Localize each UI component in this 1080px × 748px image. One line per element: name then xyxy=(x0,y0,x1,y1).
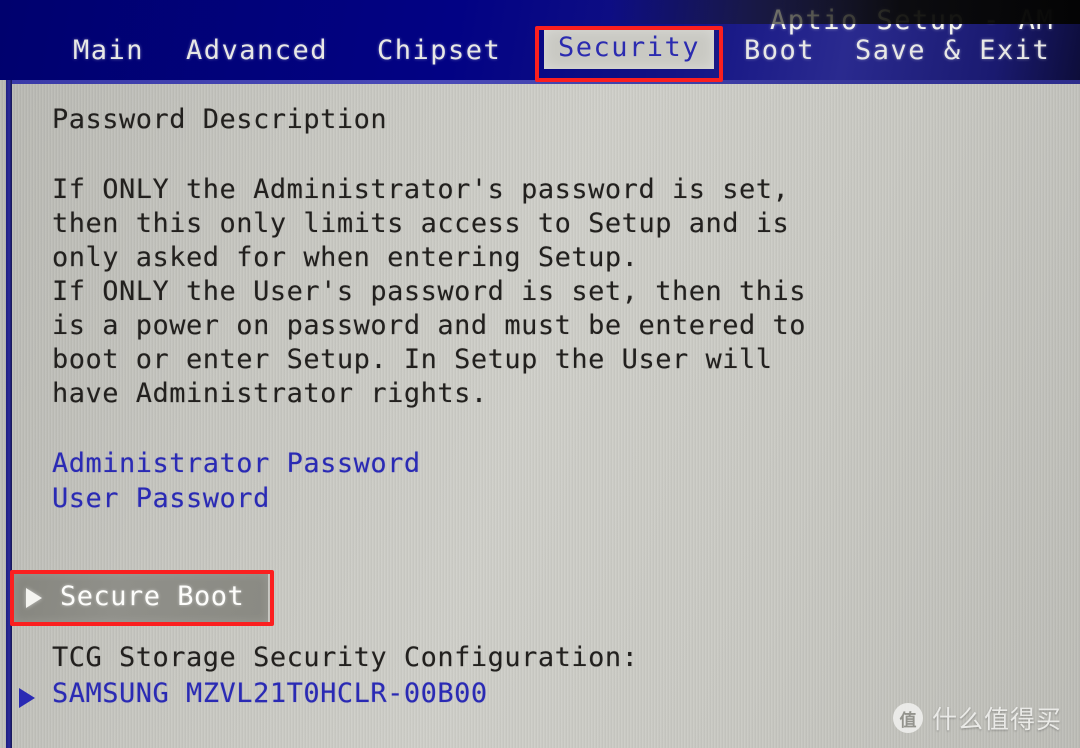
description-line-2: then this only limits access to Setup an… xyxy=(52,208,790,239)
right-triangle-icon xyxy=(26,588,42,608)
app-title: Aptio Setup - AM xyxy=(770,5,1055,36)
section-heading-tcg-storage: TCG Storage Security Configuration: xyxy=(52,642,639,673)
tab-strip: Main Advanced Chipset Security Boot Save… xyxy=(0,29,1080,79)
tab-advanced[interactable]: Advanced xyxy=(186,35,328,66)
watermark-text: 什么值得买 xyxy=(931,705,1062,734)
description-line-3: only asked for when entering Setup. xyxy=(52,242,639,273)
description-line-6: boot or enter Setup. In Setup the User w… xyxy=(52,344,773,375)
right-triangle-icon xyxy=(19,688,35,708)
description-line-7: have Administrator rights. xyxy=(52,378,488,409)
menu-item-administrator-password[interactable]: Administrator Password xyxy=(52,448,421,479)
menu-item-samsung-ssd[interactable]: SAMSUNG MZVL21T0HCLR-00B00 xyxy=(52,678,488,709)
menu-item-secure-boot[interactable]: Secure Boot xyxy=(14,574,268,622)
security-settings-list: Password Description If ONLY the Adminis… xyxy=(0,80,1080,748)
watermark-logo-icon: 值 xyxy=(892,703,923,733)
menu-item-secure-boot-label: Secure Boot xyxy=(60,581,245,612)
tab-security[interactable]: Security xyxy=(544,29,715,69)
bios-setup-screen: Aptio Setup - AM Main Advanced Chipset S… xyxy=(0,0,1080,748)
tab-chipset[interactable]: Chipset xyxy=(377,35,501,66)
tab-save-and-exit[interactable]: Save & Exit xyxy=(855,35,1050,66)
watermark: 值 什么值得买 xyxy=(892,700,1062,736)
menu-item-user-password[interactable]: User Password xyxy=(52,483,270,514)
description-line-4: If ONLY the User's password is set, then… xyxy=(52,276,806,307)
section-heading-password-description: Password Description xyxy=(52,104,388,135)
tab-boot[interactable]: Boot xyxy=(744,35,815,66)
tab-main[interactable]: Main xyxy=(73,35,144,66)
description-line-1: If ONLY the Administrator's password is … xyxy=(52,174,790,205)
description-line-5: is a power on password and must be enter… xyxy=(52,310,806,341)
menu-bar: Aptio Setup - AM Main Advanced Chipset S… xyxy=(0,0,1080,80)
